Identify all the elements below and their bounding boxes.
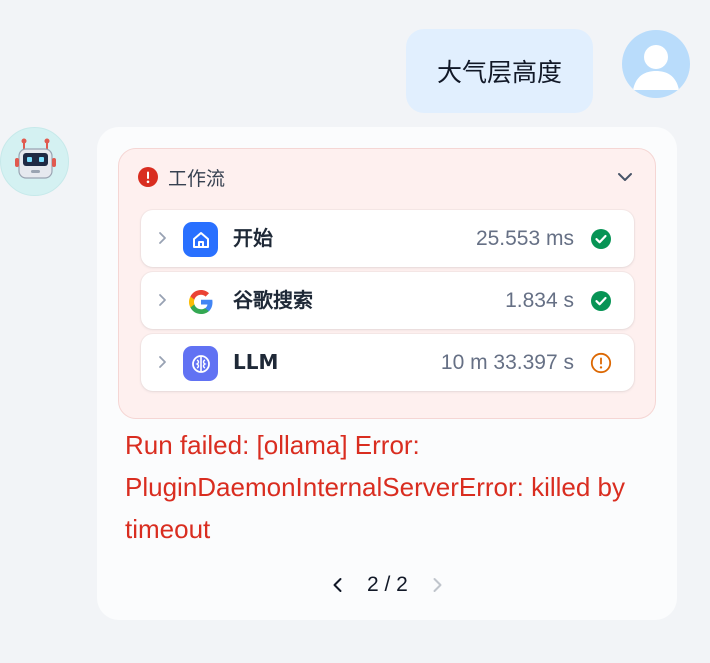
chevron-right-icon[interactable] [155,230,171,246]
node-label: 开始 [233,226,273,250]
user-message-bubble: 大气层高度 [406,29,593,113]
answer-card: 工作流 开始 25.553 ms 谷歌搜索 1.834 s LLM 10 m 3… [97,127,677,620]
run-error-message: Run failed: [ollama] Error: PluginDaemon… [125,430,626,544]
bot-avatar [0,127,69,196]
user-silhouette-icon [633,45,679,90]
error-icon [138,167,158,187]
robot-icon [15,138,56,179]
chevron-right-icon[interactable] [155,354,171,370]
pagination: 2 / 2 [327,571,448,599]
workflow-panel: 工作流 开始 25.553 ms 谷歌搜索 1.834 s LLM 10 m 3… [118,148,656,419]
node-duration: 1.834 s [505,289,574,312]
brain-icon [183,346,218,381]
node-duration: 10 m 33.397 s [440,351,574,374]
google-icon [183,284,218,319]
node-duration: 25.553 ms [475,227,574,250]
user-avatar [622,30,690,98]
workflow-node-start[interactable]: 开始 25.553 ms [141,210,634,267]
chevron-right-icon[interactable] [426,574,448,596]
node-label: LLM [233,350,279,374]
chevron-left-icon[interactable] [327,574,349,596]
workflow-header[interactable]: 工作流 [138,163,225,191]
page-indicator: 2 / 2 [367,573,408,596]
check-circle-icon [591,229,611,249]
workflow-node-llm[interactable]: LLM 10 m 33.397 s [141,334,634,391]
check-circle-icon [591,291,611,311]
node-label: 谷歌搜索 [233,288,313,312]
workflow-title: 工作流 [168,167,226,190]
user-message-text: 大气层高度 [436,58,562,87]
chevron-down-icon[interactable] [615,167,635,187]
chevron-right-icon[interactable] [155,292,171,308]
workflow-node-google-search[interactable]: 谷歌搜索 1.834 s [141,272,634,329]
warning-circle-icon [590,352,612,374]
home-icon [183,222,218,257]
